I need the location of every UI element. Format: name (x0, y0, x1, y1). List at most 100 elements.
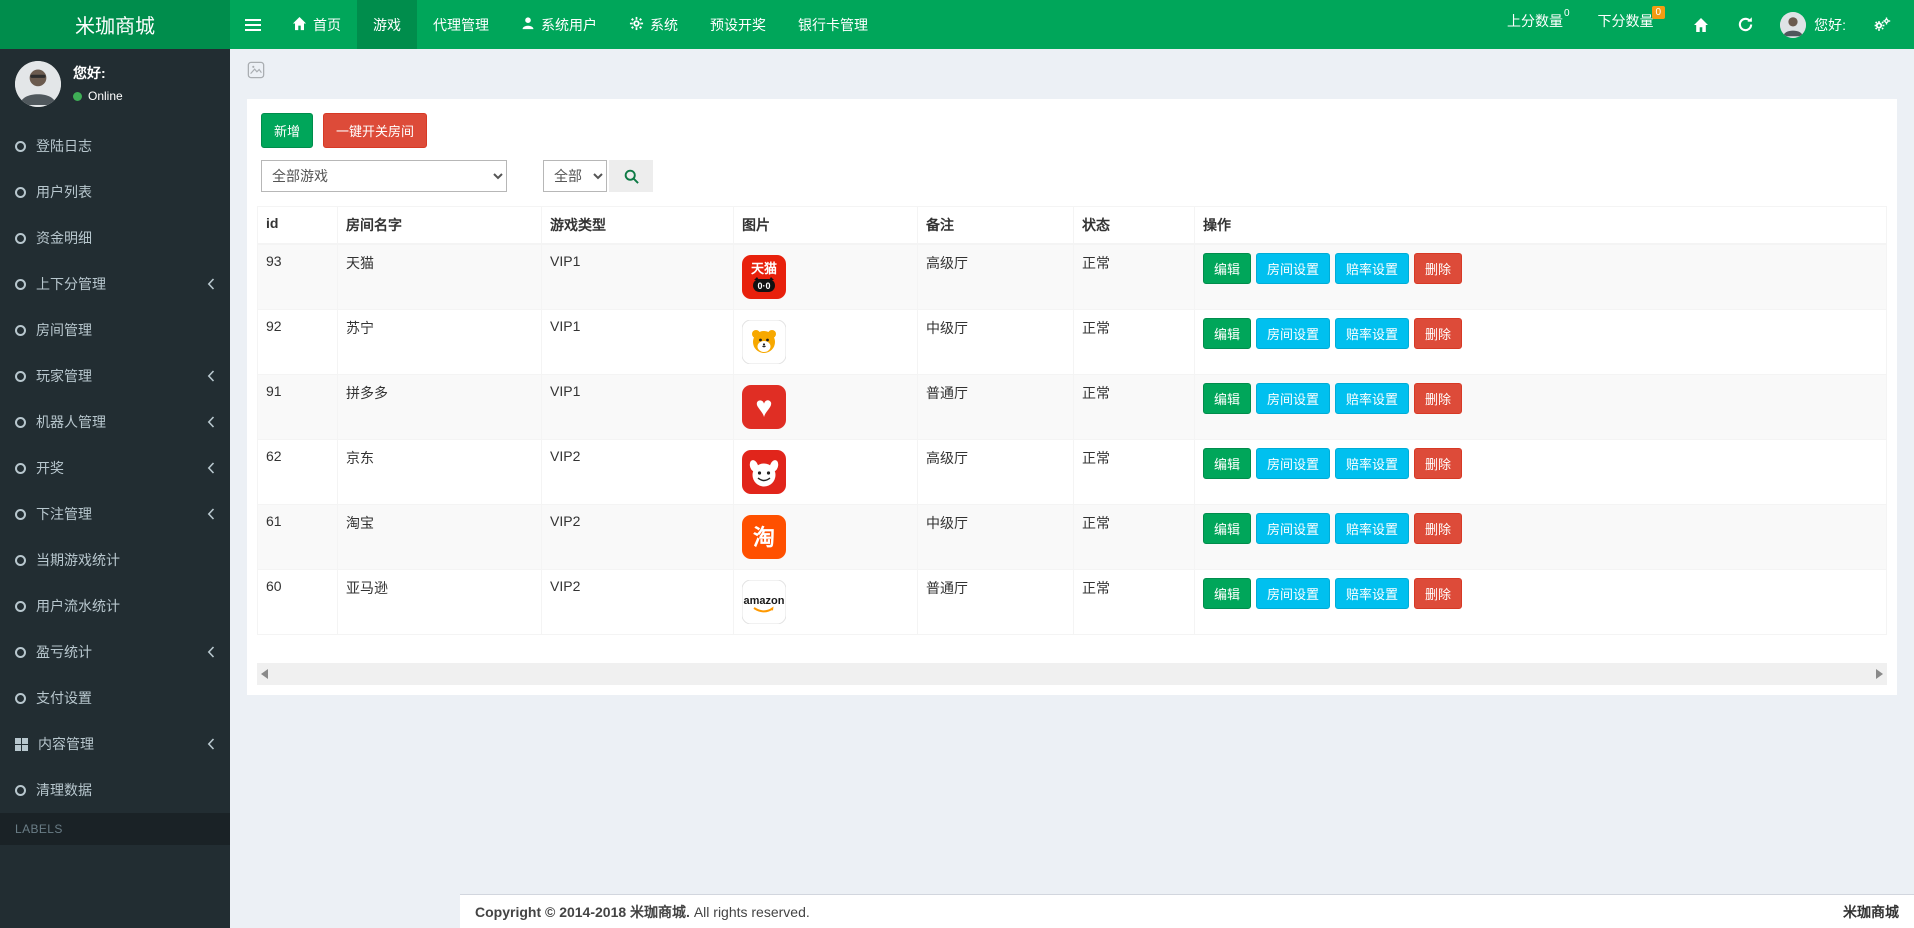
table-row: 91 拼多多 VIP1 ♥ 普通厅 正常 编辑 房间设置 赔率设置 删除 (257, 374, 1887, 440)
room-settings-button[interactable]: 房间设置 (1256, 318, 1331, 349)
sidebar-toggle-icon[interactable] (230, 0, 276, 49)
sidebar-item-bet-management[interactable]: 下注管理 (0, 491, 230, 537)
edit-button[interactable]: 编辑 (1203, 448, 1252, 479)
online-dot-icon (73, 91, 82, 101)
sidebar-item-user-list[interactable]: 用户列表 (0, 169, 230, 215)
brand-logo[interactable]: 米珈商城 (0, 0, 230, 49)
sidebar-item-profit-loss-stats[interactable]: 盈亏统计 (0, 629, 230, 675)
delete-button[interactable]: 删除 (1414, 253, 1463, 284)
up-score-count: 0 (1563, 8, 1570, 19)
room-image-cell: amazon (733, 569, 918, 635)
room-id: 60 (257, 569, 338, 635)
room-settings-button[interactable]: 房间设置 (1256, 513, 1331, 544)
sidebar-item-user-turnover-stats[interactable]: 用户流水统计 (0, 583, 230, 629)
user-menu[interactable]: 您好: (1768, 0, 1858, 49)
nav-item-label: 游戏 (373, 16, 401, 33)
circle-icon (15, 600, 26, 612)
odds-settings-button[interactable]: 赔率设置 (1335, 383, 1410, 414)
odds-settings-button[interactable]: 赔率设置 (1335, 253, 1410, 284)
room-note: 普通厅 (917, 569, 1074, 635)
home-icon[interactable] (1679, 0, 1723, 49)
sidebar: 您好: Online 登陆日志 用户列表 资金明细 上下分管理 房间管理 玩家管理 机器人管… (0, 49, 230, 928)
status-filter-select[interactable]: 全部 (543, 160, 607, 192)
add-button[interactable]: 新增 (261, 113, 314, 148)
sidebar-item-login-logs[interactable]: 登陆日志 (0, 123, 230, 169)
scroll-right-icon[interactable] (1876, 669, 1883, 679)
delete-button[interactable]: 删除 (1414, 448, 1463, 479)
taobao-icon: 淘 (742, 515, 786, 559)
room-name: 亚马逊 (337, 569, 542, 635)
avatar (1780, 11, 1807, 38)
game-filter-select[interactable]: 全部游戏 (261, 160, 507, 192)
sidebar-item-score-management[interactable]: 上下分管理 (0, 261, 230, 307)
nav-item-system[interactable]: 系统 (613, 0, 694, 49)
refresh-icon[interactable] (1723, 0, 1768, 49)
edit-button[interactable]: 编辑 (1203, 513, 1252, 544)
nav-item-label: 首页 (313, 16, 341, 33)
nav-item-games[interactable]: 游戏 (357, 0, 417, 49)
circle-icon (15, 370, 26, 382)
circle-icon (15, 692, 26, 704)
edit-button[interactable]: 编辑 (1203, 578, 1252, 609)
room-settings-button[interactable]: 房间设置 (1256, 578, 1331, 609)
sidebar-menu: 登陆日志 用户列表 资金明细 上下分管理 房间管理玩家管理机器人管理 开奖下注管理当期游戏… (0, 123, 230, 813)
sidebar-item-lottery-draw[interactable]: 开奖 (0, 445, 230, 491)
down-score-link[interactable]: 下分数量 0 (1584, 0, 1680, 49)
filter-bar: 全部游戏 全部 (261, 160, 1883, 192)
table-row: 92 苏宁 VIP1 中级厅 正常 编辑 房间设置 赔率设置 删除 (257, 309, 1887, 375)
horizontal-scrollbar[interactable] (257, 663, 1887, 685)
nav-item-home[interactable]: 首页 (276, 0, 357, 49)
room-settings-button[interactable]: 房间设置 (1256, 448, 1331, 479)
sidebar-item-label: 下注管理 (36, 506, 92, 522)
nav-item-bank-card-management[interactable]: 银行卡管理 (782, 0, 884, 49)
sidebar-item-label: 玩家管理 (36, 368, 92, 384)
edit-button[interactable]: 编辑 (1203, 318, 1252, 349)
sidebar-item-content-management[interactable]: 内容管理 (0, 721, 230, 767)
delete-button[interactable]: 删除 (1414, 578, 1463, 609)
table-row: 62 京东 VIP2 高级厅 正常 编辑 房间设置 赔率设置 删除 (257, 439, 1887, 505)
broken-image-icon (247, 61, 265, 79)
edit-button[interactable]: 编辑 (1203, 253, 1252, 284)
odds-settings-button[interactable]: 赔率设置 (1335, 448, 1410, 479)
sidebar-item-room-management[interactable]: 房间管理 (0, 307, 230, 353)
circle-icon (15, 186, 26, 198)
circle-icon (15, 232, 26, 244)
sidebar-item-payment-settings[interactable]: 支付设置 (0, 675, 230, 721)
circle-icon (15, 462, 26, 474)
delete-button[interactable]: 删除 (1414, 513, 1463, 544)
sidebar-item-robot-management[interactable]: 机器人管理 (0, 399, 230, 445)
settings-gears-icon[interactable] (1858, 0, 1906, 49)
scroll-left-icon[interactable] (261, 669, 268, 679)
delete-button[interactable]: 删除 (1414, 318, 1463, 349)
sidebar-item-clean-data[interactable]: 清理数据 (0, 767, 230, 813)
nav-item-system-users[interactable]: 系统用户 (505, 0, 613, 49)
room-image-cell: 天猫 0·0 (733, 243, 918, 310)
odds-settings-button[interactable]: 赔率设置 (1335, 578, 1410, 609)
chevron-left-icon (207, 462, 215, 474)
room-id: 62 (257, 439, 338, 505)
toggle-all-rooms-button[interactable]: 一键开关房间 (323, 113, 428, 148)
up-score-link[interactable]: 上分数量 0 (1493, 0, 1584, 49)
room-name: 苏宁 (337, 309, 542, 375)
sidebar-item-player-management[interactable]: 玩家管理 (0, 353, 230, 399)
room-settings-button[interactable]: 房间设置 (1256, 383, 1331, 414)
suning-lion-icon (742, 320, 786, 364)
sidebar-item-current-game-stats[interactable]: 当期游戏统计 (0, 537, 230, 583)
column-header: 图片 (733, 206, 918, 245)
odds-settings-button[interactable]: 赔率设置 (1335, 513, 1410, 544)
search-button[interactable] (609, 160, 653, 192)
nav-item-preset-draw[interactable]: 预设开奖 (694, 0, 782, 49)
odds-settings-button[interactable]: 赔率设置 (1335, 318, 1410, 349)
sidebar-item-funds-detail[interactable]: 资金明细 (0, 215, 230, 261)
chevron-left-icon (207, 416, 215, 428)
edit-button[interactable]: 编辑 (1203, 383, 1252, 414)
room-settings-button[interactable]: 房间设置 (1256, 253, 1331, 284)
room-id: 91 (257, 374, 338, 440)
delete-button[interactable]: 删除 (1414, 383, 1463, 414)
search-icon (624, 169, 639, 184)
sidebar-item-label: 内容管理 (38, 736, 94, 752)
circle-icon (15, 140, 26, 152)
game-type: VIP1 (541, 309, 734, 375)
chevron-left-icon (207, 278, 215, 290)
nav-item-agent-management[interactable]: 代理管理 (417, 0, 505, 49)
